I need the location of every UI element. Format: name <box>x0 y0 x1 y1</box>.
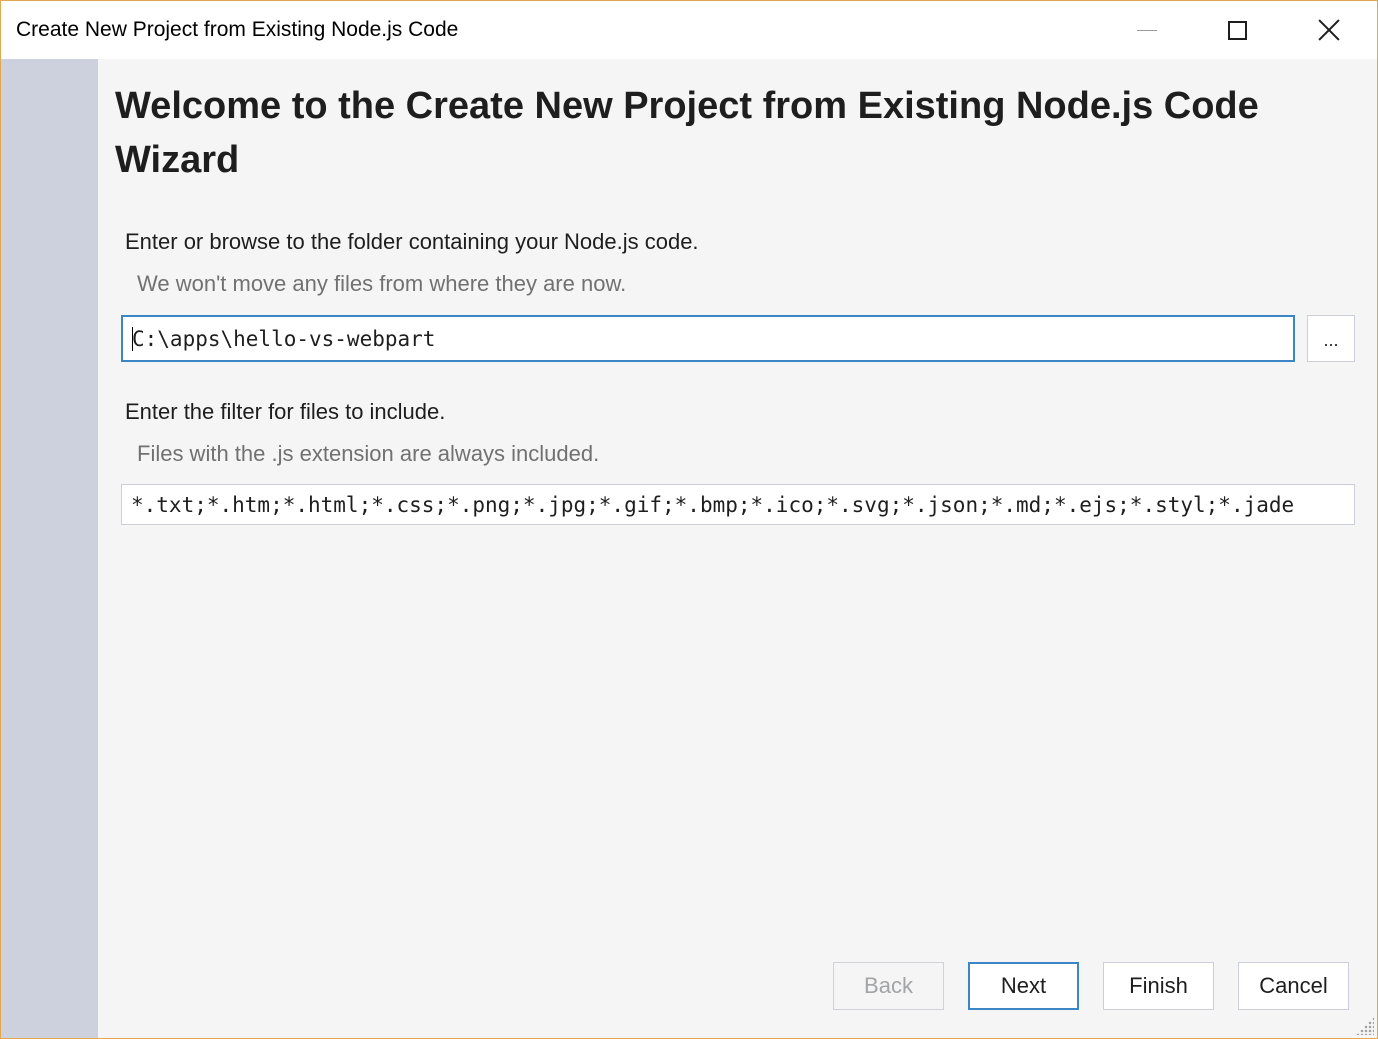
cancel-button[interactable]: Cancel <box>1238 962 1349 1010</box>
window-title: Create New Project from Existing Node.js… <box>16 18 459 41</box>
title-bar[interactable]: Create New Project from Existing Node.js… <box>1 1 1377 59</box>
file-filter-value: *.txt;*.htm;*.html;*.css;*.png;*.jpg;*.g… <box>131 492 1295 517</box>
page-title: Welcome to the Create New Project from E… <box>115 85 1259 181</box>
maximize-button[interactable] <box>1191 1 1283 59</box>
wizard-window: Create New Project from Existing Node.js… <box>0 0 1378 1039</box>
wizard-sidebar <box>1 59 98 1038</box>
folder-label: Enter or browse to the folder containing… <box>125 229 699 254</box>
wizard-content: Welcome to the Create New Project from E… <box>98 59 1377 1038</box>
close-button[interactable] <box>1283 1 1375 59</box>
folder-path-input[interactable]: C:\apps\hello-vs-webpart <box>121 315 1295 362</box>
close-icon <box>1318 19 1340 41</box>
folder-path-value: C:\apps\hello-vs-webpart <box>132 326 436 351</box>
browse-button[interactable]: ... <box>1307 315 1355 362</box>
next-button[interactable]: Next <box>968 962 1079 1010</box>
resize-grip-icon[interactable] <box>1356 1017 1374 1035</box>
minimize-icon <box>1137 29 1157 31</box>
finish-button[interactable]: Finish <box>1103 962 1214 1010</box>
filter-label: Enter the filter for files to include. <box>125 399 446 424</box>
back-button[interactable]: Back <box>833 962 944 1010</box>
folder-hint: We won't move any files from where they … <box>137 271 627 296</box>
maximize-icon <box>1227 20 1247 40</box>
minimize-button[interactable] <box>1101 1 1193 59</box>
file-filter-input[interactable]: *.txt;*.htm;*.html;*.css;*.png;*.jpg;*.g… <box>121 484 1355 525</box>
filter-hint: Files with the .js extension are always … <box>137 441 600 466</box>
